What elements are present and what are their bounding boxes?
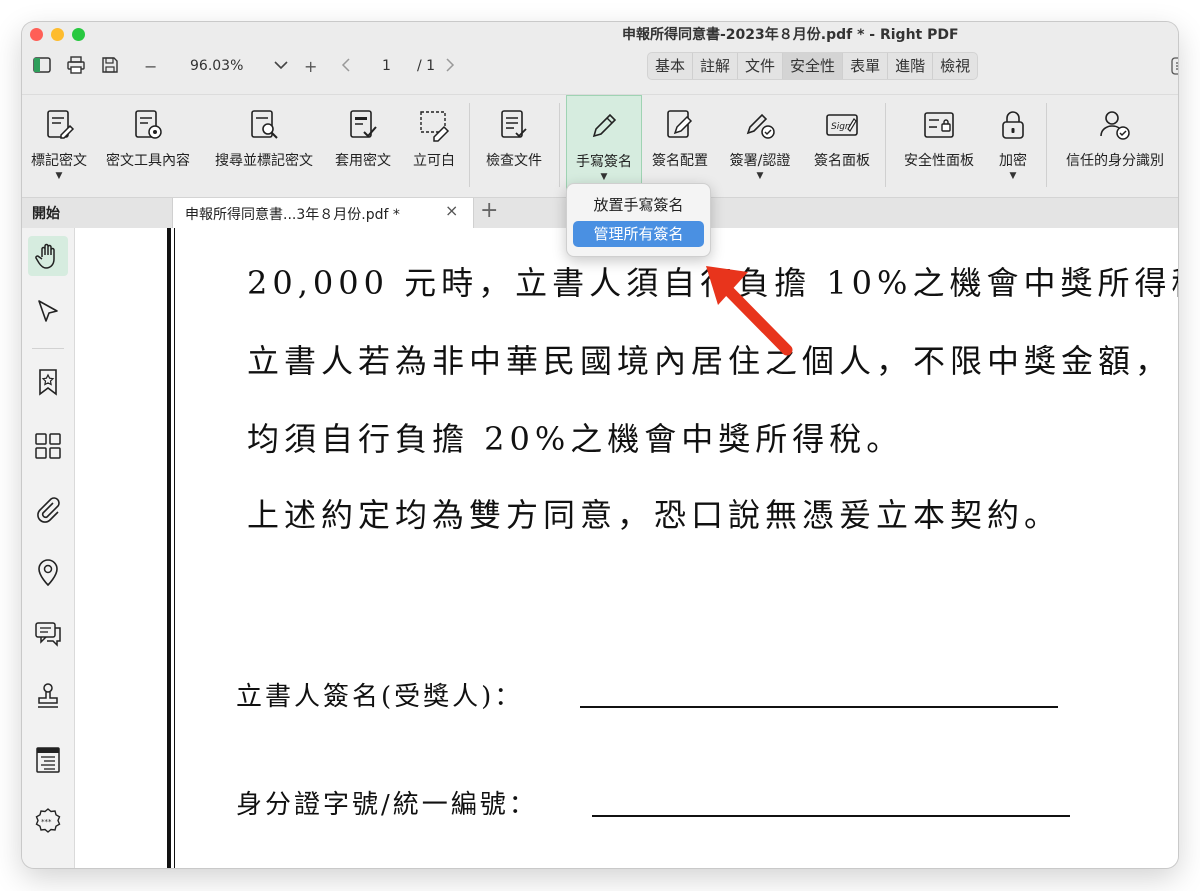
annotation-arrow-icon [706,266,793,356]
app-window: 申報所得同意書-2023年８月份.pdf * - Right PDF − 96.… [22,22,1178,868]
